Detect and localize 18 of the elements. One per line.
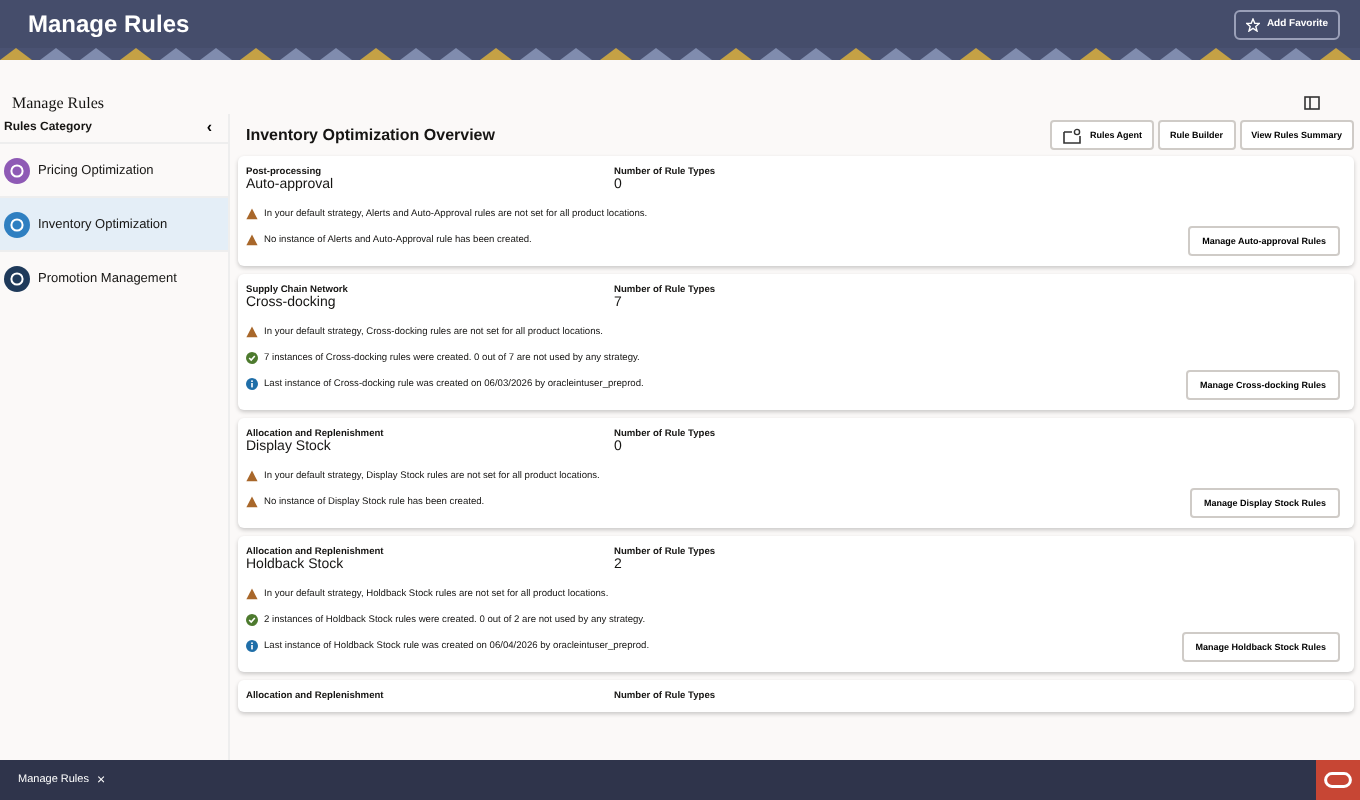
info-icon xyxy=(246,640,258,652)
warning-icon xyxy=(246,470,258,482)
section-title: Inventory Optimization Overview xyxy=(246,126,495,144)
panel-icon xyxy=(1304,96,1320,110)
ring-logo-icon xyxy=(1324,772,1352,788)
check-icon xyxy=(246,614,258,626)
collapse-button[interactable]: ‹ xyxy=(206,120,212,136)
info-icon xyxy=(246,378,258,390)
check-icon xyxy=(246,352,258,364)
warning-icon xyxy=(246,588,258,600)
warning-icon xyxy=(246,234,258,246)
warning-icon xyxy=(246,208,258,220)
page-title: Manage Rules xyxy=(12,94,104,112)
star-icon xyxy=(1246,17,1261,31)
warning-icon xyxy=(246,496,258,508)
agent-icon xyxy=(1061,127,1082,143)
warning-icon xyxy=(246,326,258,338)
app-title: Manage Rules xyxy=(28,10,190,38)
